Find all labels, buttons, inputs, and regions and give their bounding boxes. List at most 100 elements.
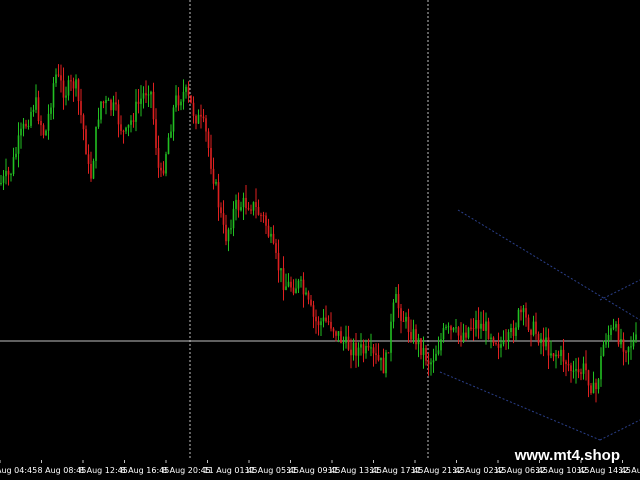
candle-body <box>430 362 432 365</box>
candle-body <box>520 309 522 313</box>
candle-body <box>190 95 192 103</box>
candle-body <box>505 340 507 342</box>
candle-body <box>422 348 425 355</box>
x-tick-label: Aug 04:45 <box>0 466 37 475</box>
candle-body <box>420 338 422 355</box>
candle-body <box>47 113 50 131</box>
candle-body <box>30 111 32 126</box>
candle-body <box>507 332 510 341</box>
candle-body <box>237 199 240 211</box>
candle-body <box>497 343 500 348</box>
candle-body <box>620 339 622 345</box>
candle-body <box>215 182 217 184</box>
candle-body <box>255 202 257 208</box>
candle-body <box>577 369 580 373</box>
candle-body <box>127 124 130 128</box>
candle-body <box>625 351 627 353</box>
candle-body <box>482 323 485 331</box>
candle-body <box>550 353 552 356</box>
candle-body <box>62 80 65 98</box>
candle-body <box>292 287 295 294</box>
candle-body <box>0 182 2 184</box>
candle-body <box>540 338 542 344</box>
candle-body <box>75 79 77 89</box>
candle-body <box>260 214 262 216</box>
candle-body <box>502 340 505 345</box>
candle-body <box>572 370 575 372</box>
channel-line <box>457 209 640 321</box>
candle-body <box>177 95 180 106</box>
candle-body <box>635 334 637 340</box>
candle-body <box>332 328 335 332</box>
candle-body <box>72 81 75 89</box>
candle-body <box>522 308 525 313</box>
candle-body <box>222 213 225 225</box>
candle-body <box>415 329 417 345</box>
candle-body <box>607 334 610 341</box>
candle-body <box>612 327 615 329</box>
candle-body <box>167 137 170 155</box>
price-chart: Aug 04:45 8 Aug 08:458 Aug 12:458 Aug 16:… <box>0 0 640 475</box>
candle-body <box>77 79 80 102</box>
candle-body <box>435 353 437 361</box>
candle-body <box>232 208 235 229</box>
candle-body <box>15 153 17 158</box>
candle-body <box>375 353 377 356</box>
candle-body <box>340 331 342 343</box>
candle-body <box>535 321 537 334</box>
candle-body <box>145 93 147 96</box>
candle-body <box>20 128 22 136</box>
candle-body <box>387 352 390 354</box>
candle-body <box>427 360 430 365</box>
candle-body <box>150 91 152 95</box>
candle-body <box>317 321 320 326</box>
candle-body <box>225 224 227 242</box>
candle-body <box>210 147 212 169</box>
candle-body <box>467 327 470 338</box>
candle-body <box>250 209 252 211</box>
candle-body <box>220 207 222 214</box>
candle-body <box>195 115 197 124</box>
candle-body <box>235 199 237 209</box>
candle-body <box>510 328 512 333</box>
candle-body <box>450 326 452 331</box>
candle-body <box>197 114 200 124</box>
candle-body <box>630 346 632 348</box>
candle-body <box>35 97 37 110</box>
candle-body <box>495 343 497 345</box>
candle-body <box>97 119 100 127</box>
candle-body <box>615 324 617 328</box>
candle-body <box>515 327 517 336</box>
candle-body <box>57 74 60 76</box>
candle-body <box>362 344 365 354</box>
candle-body <box>460 335 462 342</box>
candle-body <box>405 316 407 322</box>
candle-body <box>265 215 267 226</box>
candle-body <box>320 321 322 326</box>
candle-body <box>45 130 47 136</box>
candle-body <box>82 115 85 130</box>
candle-body <box>385 352 387 374</box>
candle-body <box>617 324 620 345</box>
candle-body <box>582 363 585 374</box>
candle-body <box>442 328 445 340</box>
candle-body <box>142 93 145 99</box>
candle-body <box>40 120 42 126</box>
candle-body <box>487 321 490 339</box>
candle-body <box>100 101 102 120</box>
candle-body <box>552 353 555 357</box>
candle-body <box>490 337 492 339</box>
candle-body <box>245 197 247 209</box>
candle-body <box>252 202 255 211</box>
candle-body <box>470 327 472 329</box>
candle-body <box>37 97 40 121</box>
candle-body <box>345 336 347 343</box>
candle-body <box>147 94 150 96</box>
candle-body <box>140 98 142 104</box>
candle-body <box>445 326 447 329</box>
candle-body <box>267 225 270 237</box>
candle-body <box>205 118 207 132</box>
candle-body <box>325 317 327 322</box>
candle-body <box>307 292 310 300</box>
candle-body <box>355 342 357 356</box>
